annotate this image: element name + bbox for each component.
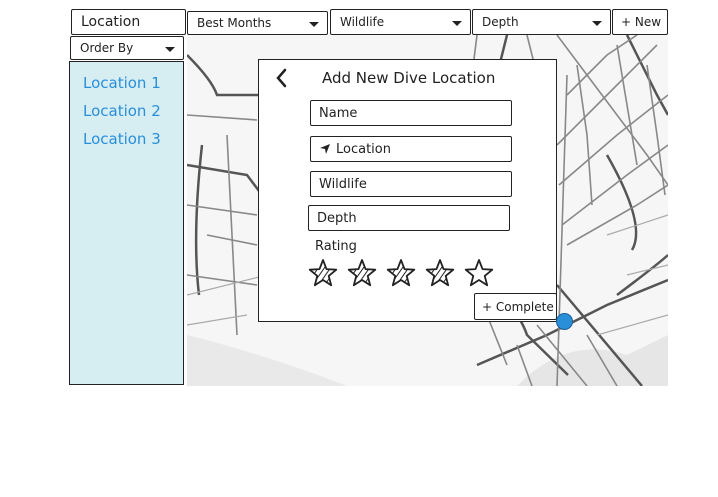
- star-filled-icon[interactable]: [385, 257, 417, 289]
- name-field[interactable]: Name: [310, 100, 512, 126]
- list-item-location-3[interactable]: Location 3: [83, 130, 161, 148]
- chevron-down-icon: [165, 47, 175, 52]
- location-filter-label: Location: [81, 14, 141, 30]
- depth-field[interactable]: Depth: [308, 205, 510, 231]
- list-item-location-1[interactable]: Location 1: [83, 74, 161, 92]
- name-placeholder: Name: [319, 105, 358, 121]
- wildlife-label: Wildlife: [340, 15, 385, 29]
- add-dive-location-dialog: Add New Dive Location Name Location Wild…: [258, 59, 557, 322]
- wildlife-dropdown[interactable]: Wildlife: [330, 9, 471, 35]
- chevron-left-icon: [276, 68, 287, 88]
- new-button-label: + New: [621, 15, 662, 29]
- map-marker[interactable]: [556, 313, 573, 330]
- location-filter[interactable]: Location: [71, 9, 186, 35]
- star-empty-icon[interactable]: [463, 257, 495, 289]
- new-button[interactable]: + New: [612, 9, 668, 35]
- star-filled-icon[interactable]: [424, 257, 456, 289]
- chevron-down-icon: [309, 22, 319, 27]
- order-by-dropdown[interactable]: Order By: [70, 36, 184, 60]
- best-months-label: Best Months: [197, 16, 272, 30]
- back-button[interactable]: [271, 67, 293, 89]
- location-list: Location 1 Location 2 Location 3: [69, 61, 184, 385]
- rating-label: Rating: [315, 239, 357, 254]
- chevron-down-icon: [592, 21, 602, 26]
- wildlife-field[interactable]: Wildlife: [310, 171, 512, 197]
- star-filled-icon[interactable]: [346, 257, 378, 289]
- depth-label: Depth: [482, 15, 519, 29]
- complete-button[interactable]: + Complete: [474, 293, 557, 320]
- chevron-down-icon: [452, 21, 462, 26]
- star-filled-icon[interactable]: [307, 257, 339, 289]
- order-by-label: Order By: [80, 41, 134, 55]
- location-arrow-icon: [320, 144, 330, 154]
- wildlife-placeholder: Wildlife: [319, 176, 367, 192]
- depth-placeholder: Depth: [317, 210, 357, 226]
- depth-dropdown[interactable]: Depth: [472, 9, 611, 35]
- dialog-title: Add New Dive Location: [322, 69, 496, 87]
- location-placeholder: Location: [336, 141, 391, 157]
- list-item-location-2[interactable]: Location 2: [83, 102, 161, 120]
- complete-button-label: + Complete: [482, 299, 554, 314]
- best-months-dropdown[interactable]: Best Months: [187, 11, 328, 35]
- location-field[interactable]: Location: [310, 136, 512, 162]
